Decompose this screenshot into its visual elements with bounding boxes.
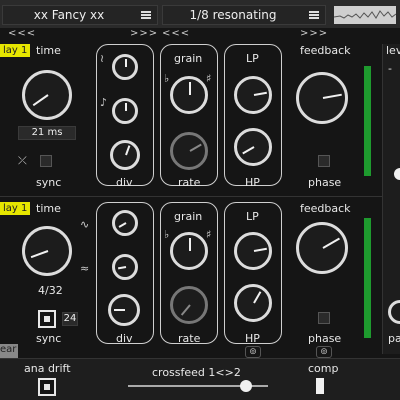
sync-toggle[interactable] (38, 310, 56, 328)
time-knob[interactable] (22, 70, 72, 120)
grain-label: grain (174, 210, 203, 223)
grain-sharp-icon: ♯ (206, 72, 212, 85)
rate-knob[interactable] (170, 286, 208, 324)
time-label: time (36, 44, 61, 57)
lp-knob[interactable] (234, 232, 272, 270)
div-knob-2[interactable] (112, 254, 138, 280)
waveform-icon (334, 10, 396, 19)
hp-label: HP (245, 176, 260, 189)
div-wheel-knob[interactable] (110, 140, 140, 170)
phase-label: phase (308, 332, 342, 345)
lp-label: LP (246, 210, 259, 223)
phase-link-icon[interactable]: ⊚ (316, 346, 332, 358)
mode-menu-icon[interactable] (309, 11, 319, 19)
div-wheel-knob[interactable] (108, 294, 140, 326)
div-note-icon: ≈ (80, 262, 90, 275)
next-preset-arrows[interactable]: >>> (130, 28, 158, 39)
feedback-label: feedback (300, 44, 351, 57)
div-knob-2[interactable] (112, 98, 138, 124)
hp-label: HP (245, 332, 260, 345)
level-label: lev (386, 44, 400, 57)
clear-button[interactable]: ear (0, 344, 18, 358)
lp-knob[interactable] (234, 76, 272, 114)
div-label: div (116, 332, 133, 345)
rate-knob[interactable] (170, 132, 208, 170)
comp-toggle[interactable] (316, 378, 324, 394)
mode-name: 1/8 resonating (189, 8, 277, 22)
grain-knob[interactable] (170, 76, 208, 114)
time-value[interactable]: 21 ms (18, 126, 76, 140)
next-mode-arrows[interactable]: >>> (300, 28, 328, 39)
crossfeed-slider-thumb[interactable] (239, 380, 252, 392)
delay-badge[interactable]: lay 1 (0, 202, 31, 215)
prev-preset-arrows[interactable]: <<< (8, 28, 36, 39)
div-knob-1[interactable] (112, 54, 138, 80)
ana-drift-toggle[interactable] (38, 378, 56, 396)
lane-divider (0, 196, 382, 197)
div-wave-icon: ≀ (100, 52, 105, 65)
delay-badge[interactable]: lay 1 (0, 44, 31, 57)
grain-label: grain (174, 52, 203, 65)
preset-name: xx Fancy xx (33, 8, 105, 22)
mode-dropdown[interactable]: 1/8 resonating (162, 5, 326, 25)
waveform-display (334, 6, 396, 24)
pan-label: pa (388, 332, 400, 345)
level-slider-thumb[interactable] (394, 168, 400, 180)
div-knob-1[interactable] (112, 210, 138, 236)
grain-flat-icon: ♭ (164, 228, 170, 241)
level-meter (364, 66, 371, 176)
rate-label: rate (178, 176, 201, 189)
prev-mode-arrows[interactable]: <<< (162, 28, 190, 39)
sync-label: sync (36, 176, 62, 189)
phase-label: phase (308, 176, 342, 189)
div-label: div (116, 176, 133, 189)
feedback-knob[interactable] (296, 72, 348, 124)
time-value[interactable]: 4/32 (38, 284, 63, 297)
time-knob[interactable] (22, 226, 72, 276)
crossfeed-label: crossfeed 1<>2 (152, 366, 241, 379)
level-minus: - (388, 62, 392, 75)
sync-toggle[interactable] (40, 155, 52, 167)
div-note-icon: ♪ (100, 96, 108, 109)
rate-label: rate (178, 332, 201, 345)
grain-knob[interactable] (170, 232, 208, 270)
sync-label: sync (36, 332, 62, 345)
time-label: time (36, 202, 61, 215)
sync-link-icon[interactable]: ⤫ (18, 154, 27, 168)
grain-flat-icon: ♭ (164, 72, 170, 85)
filter-panel (224, 202, 282, 344)
preset-dropdown[interactable]: xx Fancy xx (2, 5, 158, 25)
ana-drift-label: ana drift (24, 362, 71, 375)
grain-sharp-icon: ♯ (206, 228, 212, 241)
phase-toggle[interactable] (318, 312, 330, 324)
phase-toggle[interactable] (318, 155, 330, 167)
preset-menu-icon[interactable] (141, 11, 151, 19)
div-wave-icon: ∿ (80, 218, 90, 231)
feedback-knob[interactable] (296, 222, 348, 274)
level-meter (364, 218, 371, 338)
sync-count[interactable]: 24 (62, 312, 78, 326)
hp-knob[interactable] (234, 284, 272, 322)
comp-label: comp (308, 362, 339, 375)
hp-link-icon[interactable]: ⊚ (245, 346, 261, 358)
feedback-label: feedback (300, 202, 351, 215)
lp-label: LP (246, 52, 259, 65)
hp-knob[interactable] (234, 128, 272, 166)
